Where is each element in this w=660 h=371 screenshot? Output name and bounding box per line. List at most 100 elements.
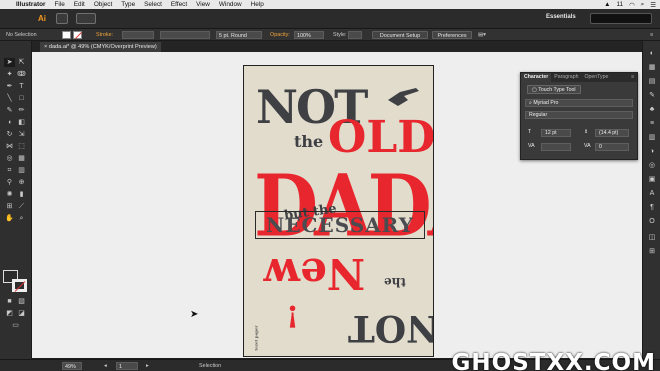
slice-tool-icon[interactable]: ⟋	[16, 202, 27, 211]
color-mode-icon[interactable]: ■	[4, 297, 15, 306]
blob-brush-tool-icon[interactable]: ◖	[4, 118, 15, 127]
menu-app[interactable]: Illustrator	[16, 1, 45, 8]
draw-inside-icon[interactable]: ◪	[16, 309, 27, 318]
art-old[interactable]: OLD	[328, 116, 433, 160]
list-icon[interactable]: ☰	[650, 1, 656, 9]
width-tool-icon[interactable]: ⋈	[4, 142, 15, 151]
paragraph-panel-icon[interactable]: ¶	[647, 203, 657, 212]
stroke-label[interactable]: Stroke:	[96, 31, 113, 39]
stroke-weight-field[interactable]	[122, 31, 154, 39]
hand-tool-icon[interactable]: ✋	[4, 214, 15, 223]
stroke-swatch[interactable]	[73, 31, 82, 39]
artboard-tool-icon[interactable]: ⊞	[4, 202, 15, 211]
document-setup-button[interactable]: Document Setup	[372, 31, 428, 39]
pencil-tool-icon[interactable]: ✏	[16, 106, 27, 115]
preferences-button[interactable]: Preferences	[432, 31, 472, 39]
paintbrush-tool-icon[interactable]: ✎	[4, 106, 15, 115]
menu-select[interactable]: Select	[144, 1, 162, 8]
color-panel-icon[interactable]: ◐	[647, 49, 657, 58]
adobe-icon[interactable]: ▲	[604, 1, 610, 8]
menu-effect[interactable]: Effect	[171, 1, 187, 8]
current-tool-status[interactable]: Selection	[199, 362, 221, 370]
align-icon[interactable]: ▤▾	[478, 31, 486, 39]
pointing-hand-icon[interactable]	[386, 84, 422, 110]
opacity-field[interactable]: 100%	[294, 31, 324, 39]
rectangle-tool-icon[interactable]: □	[16, 94, 27, 103]
tab-paragraph[interactable]: Paragraph	[551, 73, 581, 82]
artboard-number-field[interactable]: 1	[116, 362, 138, 370]
gradient-tool-icon[interactable]: ▥	[16, 166, 27, 175]
layers-panel-icon[interactable]: ◫	[647, 233, 657, 242]
artboard[interactable]: NOT the OLD DADA but the NECESSARY New t…	[243, 65, 434, 357]
fill-swatch[interactable]	[62, 31, 71, 39]
scale-tool-icon[interactable]: ⇲	[16, 130, 27, 139]
selection-tool-icon[interactable]: ➤	[4, 58, 15, 67]
graphic-style-field[interactable]	[348, 31, 362, 39]
free-transform-tool-icon[interactable]: ⬚	[16, 142, 27, 151]
panel-menu-icon[interactable]: ≡	[650, 31, 653, 39]
font-family-field[interactable]: ⌕ Myriad Pro	[525, 99, 633, 107]
first-artboard-icon[interactable]: ◂	[104, 362, 107, 370]
character-panel-icon[interactable]: A	[647, 189, 657, 198]
menu-help[interactable]: Help	[251, 1, 264, 8]
eyedropper-tool-icon[interactable]: ⚲	[4, 178, 15, 187]
appearance-panel-icon[interactable]: ◎	[647, 161, 657, 170]
color-guide-icon[interactable]: ▦	[647, 63, 657, 72]
brushes-panel-icon[interactable]: ✎	[647, 91, 657, 100]
shape-builder-tool-icon[interactable]: ◎	[4, 154, 15, 163]
touch-type-tool-button[interactable]: ▢ Touch Type Tool	[527, 85, 581, 94]
graphic-styles-panel-icon[interactable]: ▣	[647, 175, 657, 184]
stroke-panel-icon[interactable]: ≡	[647, 119, 657, 128]
help-search-input[interactable]	[590, 13, 652, 24]
menu-file[interactable]: File	[54, 1, 64, 8]
art-exclamation[interactable]: !	[286, 298, 299, 333]
swatches-panel-icon[interactable]: ▤	[647, 77, 657, 86]
font-size-field[interactable]: 12 pt	[541, 129, 571, 137]
eraser-tool-icon[interactable]: ◧	[16, 118, 27, 127]
art-necessary[interactable]: NECESSARY	[255, 211, 425, 239]
gradient-panel-icon[interactable]: ▥	[647, 133, 657, 142]
art-the-bottom[interactable]: the	[384, 275, 406, 289]
transparency-panel-icon[interactable]: ◑	[647, 147, 657, 156]
wifi-icon[interactable]: ◠	[629, 1, 635, 9]
menu-edit[interactable]: Edit	[74, 1, 85, 8]
workspace-switcher[interactable]: Essentials	[546, 14, 576, 20]
symbols-panel-icon[interactable]: ♣	[647, 105, 657, 114]
variable-width-field[interactable]	[160, 31, 210, 39]
zoom-field[interactable]: 49%	[62, 362, 82, 370]
type-tool-icon[interactable]: T	[16, 82, 27, 91]
direct-selection-tool-icon[interactable]: ⇱	[16, 58, 27, 67]
menu-type[interactable]: Type	[121, 1, 135, 8]
blend-tool-icon[interactable]: ⊕	[16, 178, 27, 187]
kerning-field[interactable]	[541, 143, 571, 151]
panel-menu-icon[interactable]: ≡	[628, 73, 637, 82]
brush-definition-field[interactable]: 5 pt. Round	[216, 31, 262, 39]
screen-mode-icon[interactable]: ▭	[10, 321, 21, 330]
art-the-top[interactable]: the	[294, 134, 323, 150]
tracking-field[interactable]: 0	[595, 143, 629, 151]
menu-object[interactable]: Object	[94, 1, 112, 8]
graph-tool-icon[interactable]: ▮	[16, 190, 27, 199]
pen-tool-icon[interactable]: ✒	[4, 82, 15, 91]
rotate-tool-icon[interactable]: ↻	[4, 130, 15, 139]
mesh-tool-icon[interactable]: ⌗	[4, 166, 15, 175]
line-tool-icon[interactable]: ╲	[4, 94, 15, 103]
arrange-documents-button[interactable]	[76, 13, 96, 24]
artboards-panel-icon[interactable]: ⊞	[647, 247, 657, 256]
art-not-bottom[interactable]: NOT	[348, 307, 433, 349]
tab-character[interactable]: Character	[521, 73, 552, 82]
bridge-button[interactable]	[56, 13, 68, 24]
leading-field[interactable]: (14.4 pt)	[595, 129, 629, 137]
menu-view[interactable]: View	[196, 1, 210, 8]
magic-wand-tool-icon[interactable]: ✦	[4, 70, 15, 79]
menu-window[interactable]: Window	[219, 1, 242, 8]
next-artboard-icon[interactable]: ▸	[146, 362, 149, 370]
gradient-mode-icon[interactable]: ▧	[16, 297, 27, 306]
symbol-sprayer-tool-icon[interactable]: ✺	[4, 190, 15, 199]
lasso-tool-icon[interactable]: ↂ	[16, 70, 27, 79]
stroke-color-box[interactable]	[12, 279, 27, 292]
document-tab[interactable]: × dada.ai* @ 49% (CMYK/Overprint Preview…	[40, 42, 161, 52]
zoom-tool-icon[interactable]: ⌕	[16, 214, 27, 223]
tab-opentype[interactable]: OpenType	[581, 73, 611, 82]
drawing-mode-icon[interactable]: ◩	[4, 309, 15, 318]
